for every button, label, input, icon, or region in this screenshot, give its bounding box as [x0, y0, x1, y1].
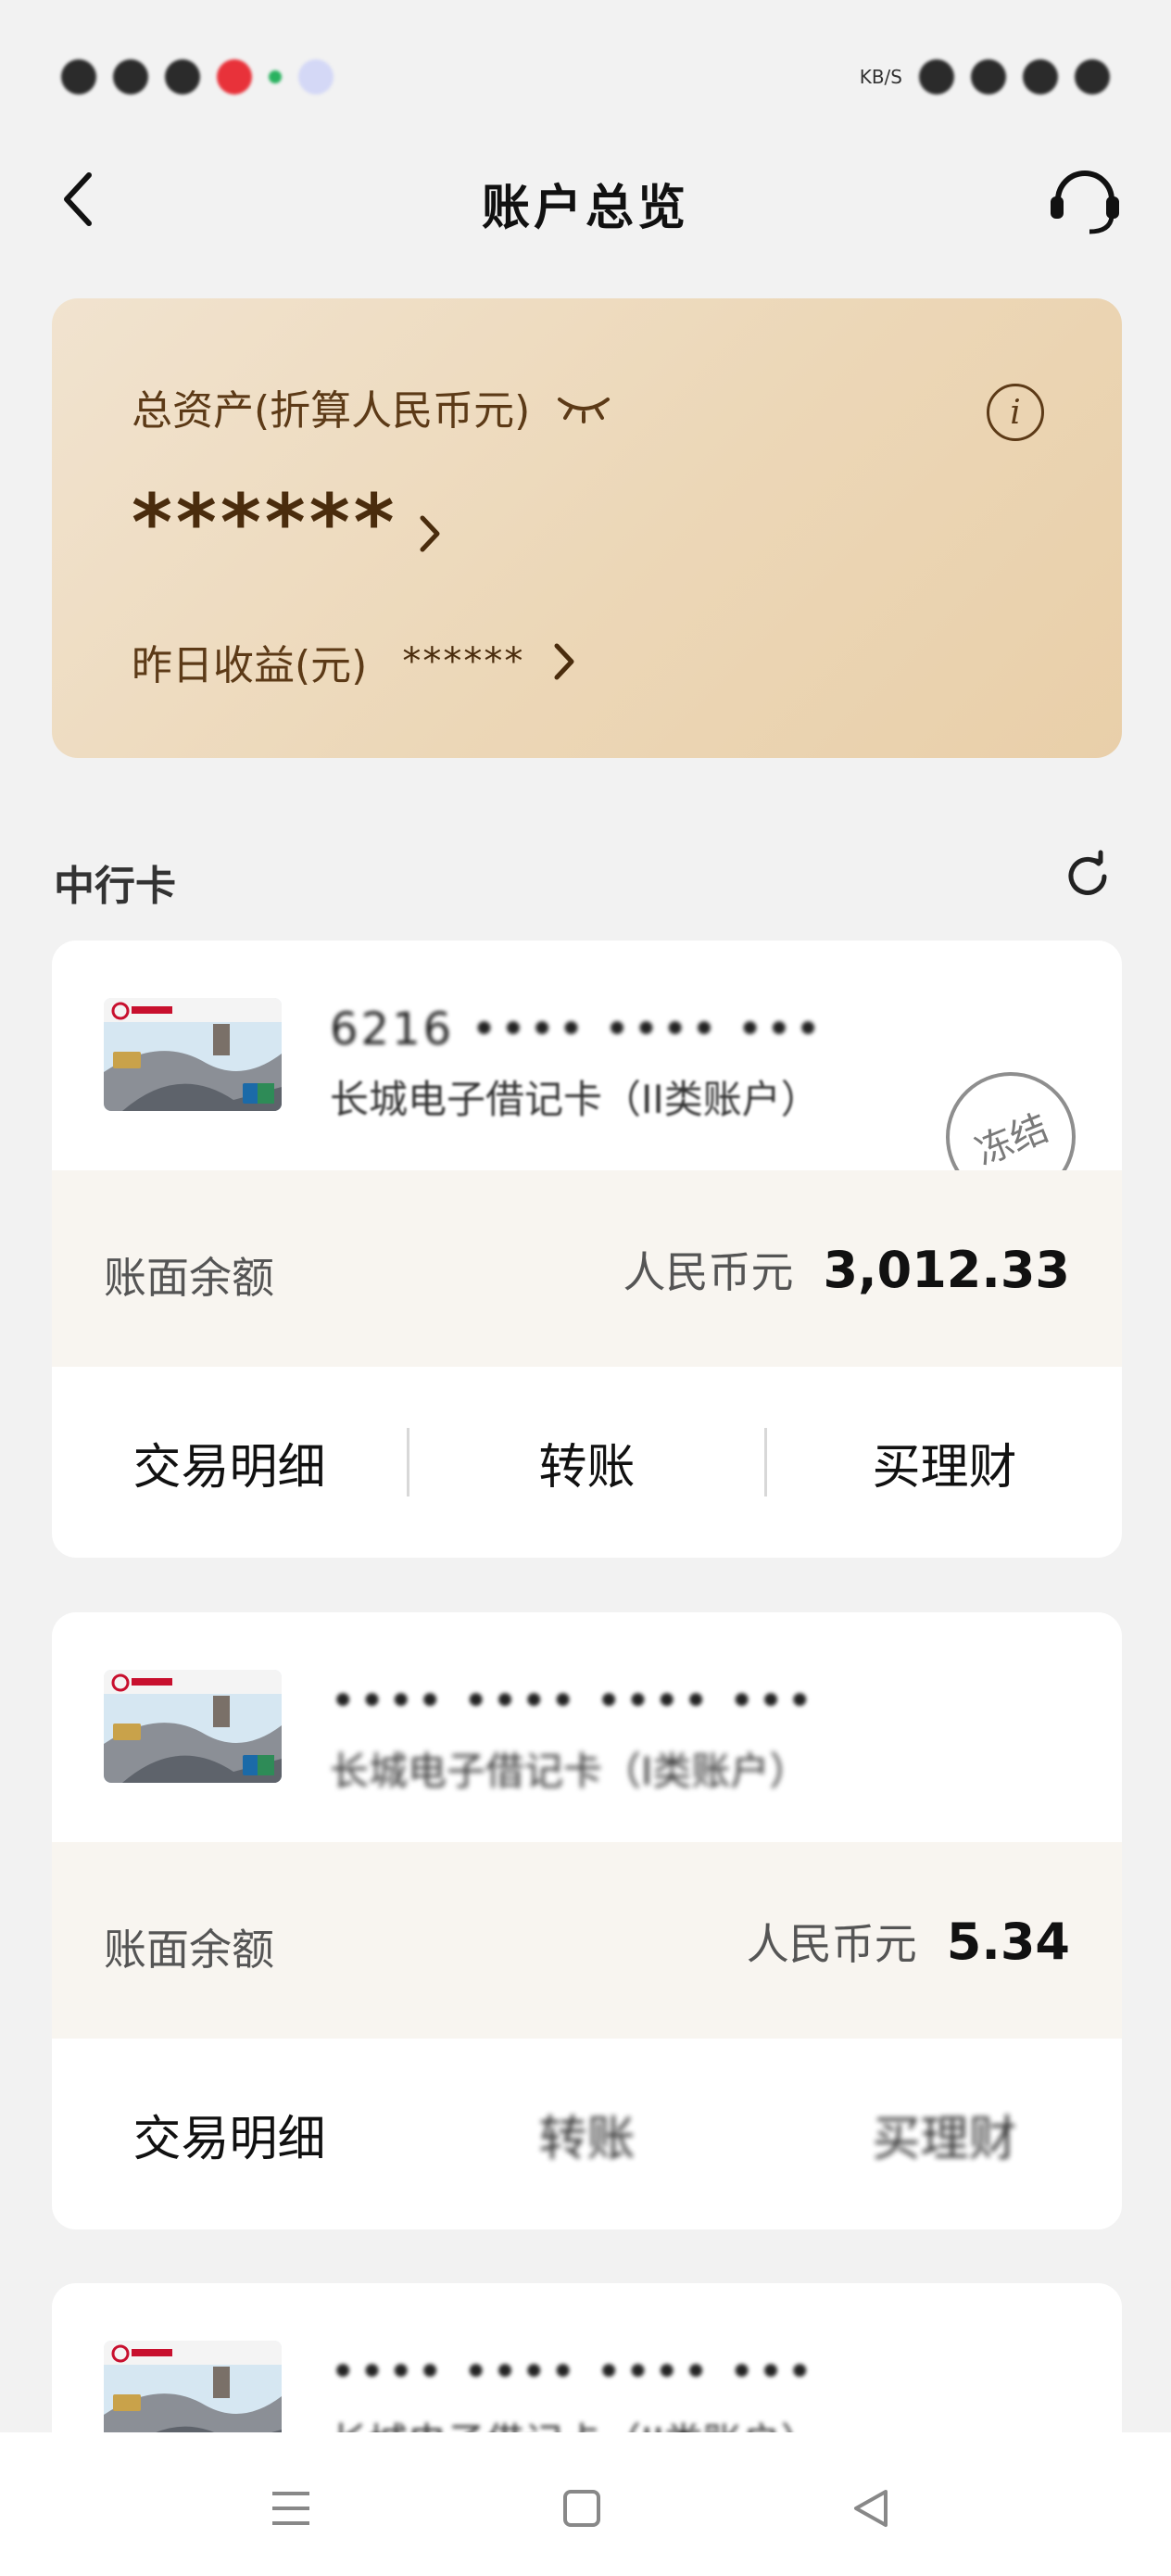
balance-label: 账面余额: [104, 1253, 274, 1303]
refresh-icon[interactable]: [1060, 849, 1115, 904]
card-number: 6216 •••• •••• •••: [330, 1004, 825, 1055]
buy-wealth-button[interactable]: 买理财: [767, 1428, 1122, 1497]
account-actions: 交易明细 转账 买理财: [52, 1367, 1122, 1558]
menu-button[interactable]: [263, 2481, 319, 2536]
status-bar: KB/S: [0, 0, 1171, 130]
balance-currency: 人民币元: [746, 1919, 917, 1969]
buy-wealth-button[interactable]: 买理财: [767, 2100, 1122, 2169]
status-system: KB/S: [860, 54, 1110, 100]
chevron-right-icon: [554, 643, 574, 680]
info-icon[interactable]: i: [987, 384, 1044, 441]
headset-icon: [1051, 170, 1119, 234]
bank-card-image: [104, 1670, 282, 1783]
account-card[interactable]: •••• •••• •••• ••• 长城电子借记卡（I类账户） 账面余额 人民…: [52, 1612, 1122, 2229]
card-number: •••• •••• •••• •••: [330, 2346, 816, 2398]
total-asset-label: 总资产(折算人民币元): [132, 387, 531, 435]
system-back-button[interactable]: [843, 2481, 899, 2536]
account-card-header: •••• •••• •••• ••• 长城电子借记卡（I类账户）: [52, 1612, 1122, 1842]
notification-icon: [298, 59, 334, 95]
battery-icon: [1075, 59, 1110, 95]
transaction-details-button[interactable]: 交易明细: [52, 2100, 407, 2169]
card-number: •••• •••• •••• •••: [330, 1675, 816, 1727]
eye-closed-icon[interactable]: [554, 388, 613, 425]
bank-card-image: [104, 998, 282, 1111]
balance-value: 人民币元 5.34: [747, 1911, 1070, 1972]
menu-icon: [272, 2492, 309, 2525]
account-actions: 交易明细 转账 买理财: [52, 2039, 1122, 2229]
total-asset-card[interactable]: 总资产(折算人民币元) i ****** 昨日收益(元) ******: [52, 298, 1122, 758]
balance-amount: 3,012.33: [823, 1241, 1070, 1299]
notification-icon: [61, 59, 96, 95]
home-button[interactable]: [554, 2481, 610, 2536]
page-title: 账户总览: [481, 181, 689, 236]
status-notifications: [61, 54, 334, 100]
total-asset-value[interactable]: ******: [132, 484, 443, 562]
notification-icon: [217, 59, 252, 95]
card-type: 长城电子借记卡（II类账户）: [330, 1077, 820, 1122]
chevron-right-icon: [420, 515, 440, 552]
notification-icon: [165, 59, 200, 95]
net-speed-unit: KB/S: [859, 66, 902, 88]
transfer-button[interactable]: 转账: [409, 1428, 764, 1497]
balance-label: 账面余额: [104, 1925, 274, 1975]
section-title: 中行卡: [54, 863, 176, 910]
triangle-back-icon: [854, 2490, 888, 2527]
account-balance-row: 账面余额 人民币元 5.34: [52, 1842, 1122, 2039]
total-asset-masked: ******: [132, 477, 398, 568]
balance-currency: 人民币元: [623, 1247, 794, 1297]
system-nav-bar: [0, 2432, 1171, 2576]
transfer-button[interactable]: 转账: [409, 2100, 764, 2169]
section-header: 中行卡: [54, 843, 1119, 910]
account-card-header: 6216 •••• •••• ••• 长城电子借记卡（II类账户） 冻结: [52, 941, 1122, 1222]
nav-bar: 账户总览: [0, 130, 1171, 269]
customer-service-button[interactable]: [1043, 158, 1127, 241]
yesterday-income-masked: ******: [402, 640, 525, 683]
card-type: 长城电子借记卡（I类账户）: [330, 1749, 809, 1794]
notification-icon: [113, 59, 148, 95]
yesterday-income[interactable]: 昨日收益(元) ******: [132, 632, 576, 691]
balance-value: 人民币元 3,012.33: [623, 1239, 1070, 1300]
balance-amount: 5.34: [946, 1913, 1070, 1971]
account-card[interactable]: 6216 •••• •••• ••• 长城电子借记卡（II类账户） 冻结 账面余…: [52, 941, 1122, 1558]
transaction-details-button[interactable]: 交易明细: [52, 1428, 407, 1497]
wifi-icon: [971, 59, 1006, 95]
square-icon: [563, 2490, 600, 2527]
account-balance-row: 账面余额 人民币元 3,012.33: [52, 1170, 1122, 1367]
asset-label-row: 总资产(折算人民币元): [132, 377, 613, 436]
notification-icon: [269, 70, 282, 83]
battery-icon: [1023, 59, 1058, 95]
yesterday-income-label: 昨日收益(元): [132, 642, 368, 689]
signal-icon: [919, 59, 954, 95]
